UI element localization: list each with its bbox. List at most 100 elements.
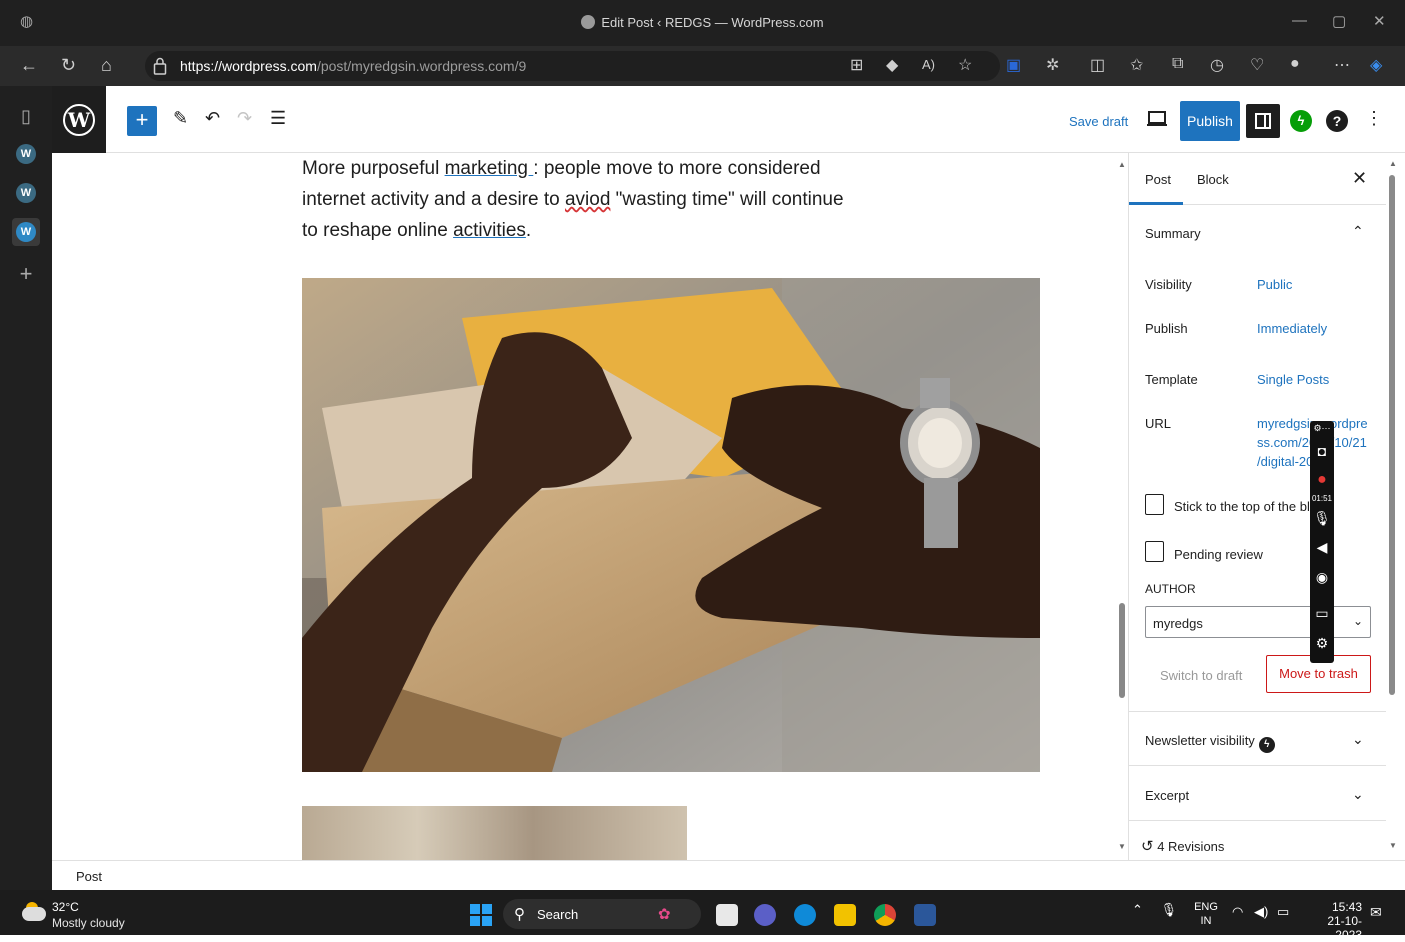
favorite-star-icon[interactable]: ☆ — [958, 55, 972, 75]
camera-icon[interactable]: ◘ — [1310, 443, 1334, 459]
page-scroll-thumb[interactable] — [1389, 175, 1395, 695]
tab-wordpress-2[interactable]: W — [14, 181, 38, 205]
tab-wordpress-active[interactable]: W — [12, 218, 40, 246]
sticky-checkbox[interactable] — [1145, 494, 1164, 515]
wifi-icon[interactable]: ◠ — [1232, 904, 1243, 920]
webcam-icon[interactable]: ◉ — [1310, 569, 1334, 586]
battery-icon[interactable]: ▭ — [1277, 904, 1289, 920]
tag-icon[interactable]: ◆ — [886, 55, 898, 75]
paragraph-block[interactable]: More purposeful marketing : people move … — [302, 153, 862, 246]
settings-toggle-button[interactable] — [1246, 104, 1280, 138]
undo-icon[interactable]: ↶ — [205, 108, 220, 129]
jetpack-icon[interactable]: ϟ — [1290, 110, 1312, 132]
back-icon[interactable]: ← — [20, 55, 38, 76]
scroll-down-icon[interactable]: ▼ — [1389, 841, 1397, 850]
restore-icon[interactable]: ▢ — [1332, 12, 1346, 30]
start-button[interactable] — [470, 904, 492, 926]
breadcrumb-post[interactable]: Post — [76, 869, 102, 884]
chevron-up-icon[interactable]: ⌃ — [1132, 902, 1143, 917]
publish-value[interactable]: Immediately — [1257, 319, 1327, 338]
add-block-button[interactable]: + — [127, 106, 157, 136]
collections-icon[interactable]: ⧉ — [1172, 55, 1183, 73]
active-tab-indicator — [1129, 202, 1183, 205]
switch-to-draft-button[interactable]: Switch to draft — [1160, 668, 1242, 683]
tab-wordpress-1[interactable]: W — [14, 142, 38, 166]
page-scrollbar[interactable]: ▲ ▼ — [1386, 153, 1405, 860]
preview-icon[interactable] — [1147, 110, 1167, 128]
excerpt-panel-title[interactable]: Excerpt — [1145, 788, 1189, 803]
taskbar-search[interactable]: ⚲ Search ✿ — [503, 899, 701, 929]
paragraph-link[interactable]: activities — [453, 220, 526, 241]
volume-icon[interactable]: ◀) — [1254, 904, 1268, 920]
minimize-icon[interactable]: — — [1292, 12, 1307, 29]
newsletter-panel-title[interactable]: Newsletter visibility ϟ — [1145, 733, 1275, 753]
image-block-second[interactable] — [302, 806, 687, 860]
close-window-icon[interactable]: ✕ — [1373, 12, 1386, 30]
save-draft-button[interactable]: Save draft — [1069, 114, 1128, 129]
clock[interactable]: 15:43 21-10-2023 — [1302, 900, 1362, 942]
redo-icon[interactable]: ↷ — [237, 108, 252, 129]
task-view-icon[interactable] — [716, 904, 738, 926]
scroll-down-icon[interactable]: ▼ — [1118, 842, 1126, 851]
settings-gear-icon[interactable]: ⚙ — [1310, 635, 1334, 652]
record-icon[interactable]: ● — [1310, 471, 1334, 489]
language-indicator[interactable]: ENG IN — [1194, 900, 1218, 928]
new-tab-icon[interactable]: + — [14, 261, 38, 286]
edge-browser-icon[interactable] — [794, 904, 816, 926]
microphone-icon[interactable]: 🎙 — [1310, 510, 1334, 527]
summary-panel-title[interactable]: Summary — [1145, 226, 1201, 241]
scroll-up-icon[interactable]: ▲ — [1389, 159, 1397, 168]
file-explorer-icon[interactable] — [834, 904, 856, 926]
options-menu-icon[interactable]: ⋮ — [1365, 108, 1383, 129]
template-value[interactable]: Single Posts — [1257, 370, 1329, 389]
notification-icon[interactable]: ✉ — [1370, 904, 1382, 921]
divider — [1129, 711, 1386, 712]
canvas-scroll-thumb[interactable] — [1119, 603, 1125, 698]
more-menu-icon[interactable]: ⋯ — [1334, 55, 1350, 75]
wordpress-logo-button[interactable]: W — [52, 86, 106, 153]
profile-avatar-icon[interactable]: ● — [1290, 55, 1300, 73]
close-settings-icon[interactable]: ✕ — [1352, 168, 1367, 189]
screen-icon[interactable]: ▭ — [1310, 605, 1334, 622]
url-label: URL — [1145, 416, 1172, 431]
speaker-icon[interactable]: ◀ — [1310, 539, 1334, 556]
chrome-icon[interactable] — [874, 904, 896, 926]
app-available-icon[interactable]: ⊞ — [850, 55, 863, 75]
tab-actions-icon[interactable]: ▯ — [14, 104, 38, 128]
tools-pen-icon[interactable]: ✎ — [173, 108, 188, 129]
history-icon[interactable]: ◷ — [1210, 55, 1224, 75]
document-overview-icon[interactable]: ☰ — [270, 108, 286, 129]
publish-button[interactable]: Publish — [1180, 101, 1240, 141]
pending-review-checkbox[interactable] — [1145, 541, 1164, 562]
author-select[interactable]: myredgs ⌄ — [1145, 606, 1371, 638]
teams-chat-icon[interactable] — [754, 904, 776, 926]
read-aloud-icon[interactable]: A) — [922, 57, 935, 72]
tab-block[interactable]: Block — [1197, 172, 1229, 187]
tab-post[interactable]: Post — [1145, 172, 1171, 187]
split-screen-icon[interactable]: ◫ — [1090, 55, 1105, 75]
visibility-value[interactable]: Public — [1257, 275, 1292, 294]
revisions-link[interactable]: ↺ 4 Revisions — [1141, 837, 1224, 855]
canvas-scrollbar[interactable]: ▲ ▼ — [1118, 160, 1126, 851]
browser-address-bar: ← ↻ ⌂ https://wordpress.com/post/myredgs… — [0, 46, 1405, 86]
image-block[interactable] — [302, 278, 1040, 772]
microphone-icon[interactable]: 🎙 — [1161, 902, 1178, 917]
help-icon[interactable]: ? — [1326, 110, 1348, 132]
copilot-icon[interactable]: ◈ — [1370, 55, 1382, 75]
favorites-icon[interactable]: ✩ — [1130, 55, 1143, 75]
performance-icon[interactable]: ♡ — [1250, 55, 1264, 75]
chevron-up-icon[interactable]: ⌃ — [1352, 223, 1364, 240]
chevron-down-icon[interactable]: ⌄ — [1352, 786, 1364, 803]
extension-icon[interactable]: ▣ — [1006, 55, 1021, 75]
paragraph-link[interactable]: marketing — [445, 158, 534, 179]
home-icon[interactable]: ⌂ — [101, 55, 112, 76]
windows-logo-icon — [470, 916, 480, 926]
word-icon[interactable] — [914, 904, 936, 926]
scroll-up-icon[interactable]: ▲ — [1118, 160, 1126, 169]
url-bar[interactable]: https://wordpress.com/post/myredgsin.wor… — [145, 51, 1000, 81]
recorder-menu-icon[interactable]: ⚙⋯ — [1310, 423, 1334, 434]
chevron-down-icon[interactable]: ⌄ — [1352, 731, 1364, 748]
refresh-icon[interactable]: ↻ — [61, 55, 76, 76]
extensions-puzzle-icon[interactable]: ✲ — [1046, 55, 1059, 75]
taskbar-search-text: Search — [537, 907, 579, 922]
